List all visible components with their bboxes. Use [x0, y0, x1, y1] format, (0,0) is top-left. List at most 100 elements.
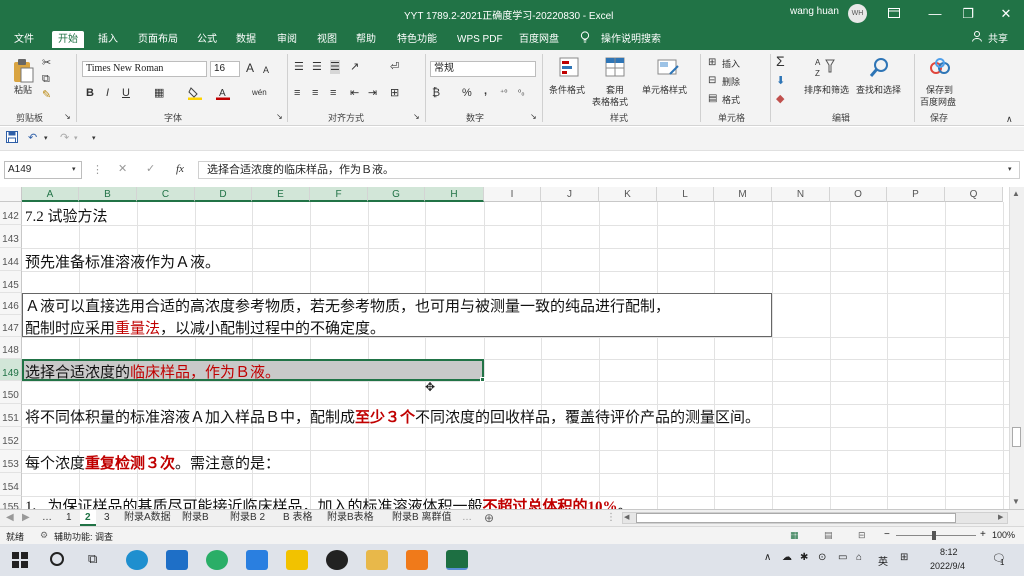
fill-icon[interactable]: ⬇: [776, 74, 785, 88]
vertical-scrollbar[interactable]: [1009, 187, 1024, 509]
font-size-select[interactable]: 16: [210, 61, 240, 77]
clock-date[interactable]: 2022/9/4: [930, 561, 965, 571]
fill-handle[interactable]: [480, 377, 485, 382]
mail-icon[interactable]: [166, 550, 188, 570]
zoom-in-icon[interactable]: +: [980, 529, 986, 540]
dialog-launcher-icon[interactable]: ↘: [413, 110, 420, 124]
percent-style-button[interactable]: %: [462, 86, 472, 100]
conditional-formatting-button[interactable]: 条件格式: [549, 83, 585, 96]
cell-styles-button[interactable]: 单元格样式: [642, 83, 687, 96]
file-explorer-icon[interactable]: [366, 550, 388, 570]
paste-button[interactable]: 粘贴: [14, 83, 32, 96]
orientation-icon[interactable]: ↗: [350, 60, 359, 74]
row-header[interactable]: 151: [0, 404, 22, 427]
tray-app-icon[interactable]: ☁: [782, 552, 792, 563]
column-header[interactable]: J: [541, 187, 599, 202]
tab-special-features[interactable]: 特色功能: [397, 31, 437, 48]
scroll-down-icon[interactable]: ▼: [1012, 497, 1020, 506]
number-format-select[interactable]: 常规: [430, 61, 536, 77]
column-header[interactable]: C: [137, 187, 195, 202]
tab-view[interactable]: 视图: [317, 31, 337, 48]
accessibility-status[interactable]: 辅助功能: 调查: [54, 530, 113, 543]
excel-taskbar-icon[interactable]: [446, 550, 468, 570]
shrink-font-button[interactable]: A: [263, 63, 269, 77]
find-select-icon[interactable]: [868, 56, 890, 80]
zoom-out-icon[interactable]: −: [884, 529, 890, 540]
row-header[interactable]: 150: [0, 381, 22, 404]
more-tabs-icon[interactable]: …: [462, 510, 472, 526]
column-header[interactable]: L: [657, 187, 714, 202]
normal-view-icon[interactable]: ▦: [790, 530, 799, 541]
row-header[interactable]: 154: [0, 473, 22, 496]
recorder-icon[interactable]: [326, 550, 348, 570]
sort-filter-button[interactable]: 排序和筛选: [804, 83, 849, 96]
cancel-icon[interactable]: ✕: [118, 162, 127, 176]
format-cells-icon[interactable]: ▤: [708, 92, 717, 106]
italic-button[interactable]: I: [106, 86, 109, 100]
increase-indent-icon[interactable]: ⇥: [368, 86, 377, 100]
insert-function-button[interactable]: fx: [176, 162, 184, 176]
formula-input[interactable]: 选择合适浓度的临床样品，作为Ｂ液。: [198, 161, 1020, 179]
column-header[interactable]: G: [368, 187, 425, 202]
format-painter-icon[interactable]: ✎: [42, 88, 51, 102]
autosum-icon[interactable]: Σ: [776, 54, 785, 68]
column-header[interactable]: B: [79, 187, 137, 202]
clear-icon[interactable]: ◆: [776, 92, 784, 106]
sheet-tab[interactable]: 3: [104, 510, 110, 526]
delete-cells-icon[interactable]: ⊟: [708, 74, 716, 88]
sheet-tab[interactable]: B 表格: [283, 510, 312, 526]
pinyin-icon[interactable]: ⊞: [900, 552, 908, 563]
row-header[interactable]: 144: [0, 248, 22, 271]
find-select-button[interactable]: 查找和选择: [856, 83, 901, 96]
font-color-icon[interactable]: A: [216, 86, 230, 100]
minimize-button[interactable]: —: [925, 4, 945, 24]
format-as-table-icon[interactable]: [604, 56, 628, 80]
align-center-icon[interactable]: ≡: [312, 86, 318, 100]
scroll-thumb[interactable]: [1012, 427, 1021, 447]
tab-wps-pdf[interactable]: WPS PDF: [457, 31, 503, 48]
row-header[interactable]: 143: [0, 225, 22, 248]
clock-time[interactable]: 8:12: [940, 547, 958, 557]
zoom-level[interactable]: 100%: [992, 530, 1015, 540]
sheet-tab[interactable]: 附录A数据: [124, 510, 171, 526]
restore-button[interactable]: ❐: [958, 4, 978, 24]
comma-style-button[interactable]: ,: [484, 84, 487, 98]
dialog-launcher-icon[interactable]: ↘: [530, 110, 537, 124]
enter-icon[interactable]: ✓: [146, 162, 155, 176]
share-button[interactable]: 共享: [988, 31, 1008, 48]
column-header[interactable]: F: [310, 187, 368, 202]
column-header[interactable]: I: [484, 187, 541, 202]
align-right-icon[interactable]: ≡: [330, 86, 336, 100]
bluetooth-icon[interactable]: ✱: [800, 552, 808, 563]
name-box-dropdown-icon[interactable]: ▾: [72, 163, 76, 177]
sheet-tab[interactable]: 附录B表格: [327, 510, 374, 526]
sticky-app-icon[interactable]: [286, 550, 308, 570]
dialog-launcher-icon[interactable]: ↘: [64, 110, 71, 124]
tab-review[interactable]: 审阅: [277, 31, 297, 48]
page-layout-view-icon[interactable]: ▤: [824, 530, 833, 541]
tab-page-layout[interactable]: 页面布局: [138, 31, 178, 48]
network-icon[interactable]: ⌂: [856, 552, 862, 563]
conditional-formatting-icon[interactable]: [558, 56, 582, 80]
sheet-tab[interactable]: 附录B: [182, 510, 209, 526]
wechat-icon[interactable]: [206, 550, 228, 570]
undo-icon[interactable]: ↶: [28, 131, 37, 145]
column-header[interactable]: E: [252, 187, 310, 202]
paste-icon[interactable]: [12, 58, 34, 84]
tell-me-search[interactable]: 操作说明搜索: [601, 31, 661, 48]
task-view-icon[interactable]: ⧉: [88, 551, 97, 567]
column-header[interactable]: D: [195, 187, 252, 202]
sheet-tab[interactable]: 1: [66, 510, 72, 526]
insert-cells-button[interactable]: 插入: [722, 57, 740, 70]
windows-start-icon[interactable]: [12, 552, 28, 568]
more-sheets-icon[interactable]: …: [42, 510, 52, 526]
row-header[interactable]: 153: [0, 450, 22, 473]
insert-cells-icon[interactable]: ⊞: [708, 56, 716, 70]
tray-chevron-icon[interactable]: ∧: [764, 552, 771, 563]
tab-insert[interactable]: 插入: [98, 31, 118, 48]
search-icon[interactable]: [50, 552, 64, 566]
baidu-netdisk-icon[interactable]: [928, 56, 952, 78]
redo-icon[interactable]: ↷: [60, 131, 69, 145]
row-header[interactable]: 152: [0, 427, 22, 450]
customize-qat-icon[interactable]: ▾: [92, 132, 96, 146]
